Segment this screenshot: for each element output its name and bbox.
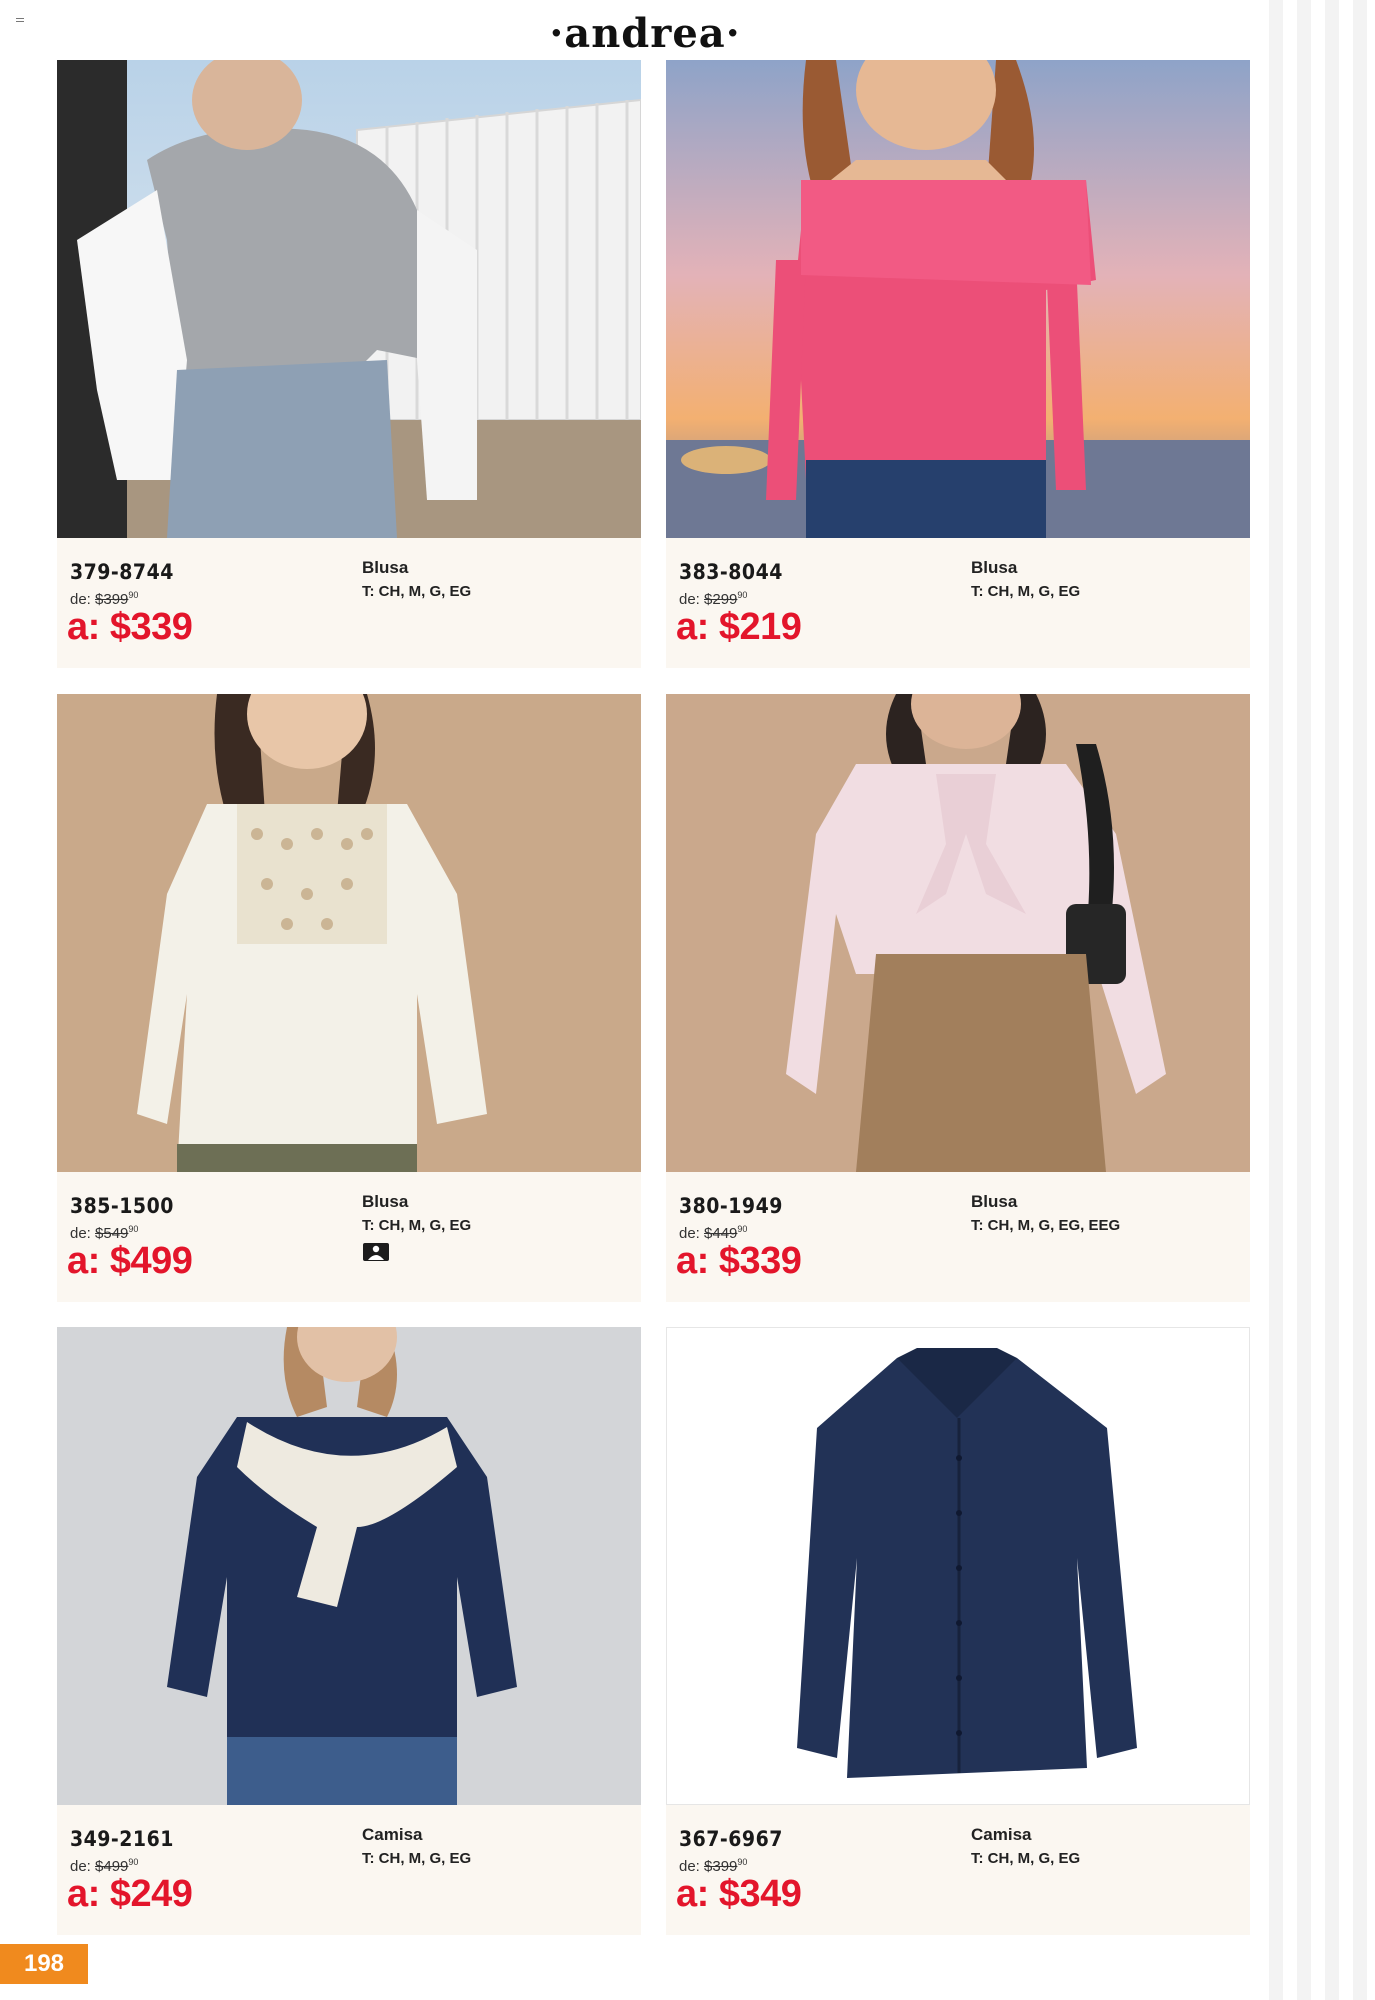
- product-sku: 383-8044: [679, 560, 783, 584]
- product-card[interactable]: 367-6967 de: $39990 a: $349 Camisa T: CH…: [666, 1327, 1250, 1937]
- white-embroidered-blouse-image: [57, 694, 641, 1172]
- sale-price: a: $249: [67, 1873, 193, 1915]
- product-card[interactable]: 383-8044 de: $29990 a: $219 Blusa T: CH,…: [666, 60, 1250, 670]
- product-info: 385-1500 de: $54990 a: $499 Blusa T: CH,…: [57, 1172, 641, 1302]
- product-info: 367-6967 de: $39990 a: $349 Camisa T: CH…: [666, 1805, 1250, 1935]
- product-sku: 367-6967: [679, 1827, 783, 1851]
- original-price-cents: 90: [128, 590, 139, 600]
- product-type: Blusa: [971, 558, 1018, 577]
- product-info: 379-8744 de: $39990 a: $339 Blusa T: CH,…: [57, 538, 641, 668]
- original-price-cents: 90: [128, 1857, 139, 1867]
- sale-price: a: $219: [676, 606, 802, 648]
- gray-sweater-blouse-image: [57, 60, 641, 538]
- product-sku: 379-8744: [70, 560, 174, 584]
- product-type: Camisa: [362, 1825, 423, 1844]
- product-sku: 349-2161: [70, 1827, 174, 1851]
- product-photo[interactable]: [666, 694, 1250, 1172]
- sale-price: a: $349: [676, 1873, 802, 1915]
- product-card[interactable]: 379-8744 de: $39990 a: $339 Blusa T: CH,…: [57, 60, 641, 670]
- product-photo[interactable]: [57, 60, 641, 538]
- sale-price: a: $499: [67, 1240, 193, 1282]
- product-sizes: T: CH, M, G, EG: [362, 583, 472, 600]
- sale-price: a: $339: [67, 606, 193, 648]
- pink-off-shoulder-blouse-image: [666, 60, 1250, 538]
- original-price-cents: 90: [128, 1224, 139, 1234]
- original-price-cents: 90: [737, 1224, 748, 1234]
- product-photo[interactable]: [666, 60, 1250, 538]
- product-info: 380-1949 de: $44990 a: $339 Blusa T: CH,…: [666, 1172, 1250, 1302]
- product-type: Blusa: [362, 558, 409, 577]
- product-info: 383-8044 de: $29990 a: $219 Blusa T: CH,…: [666, 538, 1250, 668]
- product-photo[interactable]: [57, 694, 641, 1172]
- product-photo[interactable]: [57, 1327, 641, 1805]
- plus-size-icon: [363, 1243, 389, 1261]
- product-sizes: T: CH, M, G, EG: [362, 1217, 472, 1234]
- product-sizes: T: CH, M, G, EG, EEG: [971, 1217, 1121, 1234]
- product-sku: 380-1949: [679, 1194, 783, 1218]
- product-type: Camisa: [971, 1825, 1032, 1844]
- product-card[interactable]: 380-1949 de: $44990 a: $339 Blusa T: CH,…: [666, 694, 1250, 1304]
- navy-shirt-with-sweater-image: [57, 1327, 641, 1805]
- product-photo[interactable]: [666, 1327, 1250, 1805]
- product-info: 349-2161 de: $49990 a: $249 Camisa T: CH…: [57, 1805, 641, 1935]
- background-stripes: [1255, 0, 1375, 2000]
- sale-price: a: $339: [676, 1240, 802, 1282]
- product-type: Blusa: [362, 1192, 409, 1211]
- product-sku: 385-1500: [70, 1194, 174, 1218]
- page-number: 198: [0, 1944, 88, 1984]
- product-card[interactable]: 385-1500 de: $54990 a: $499 Blusa T: CH,…: [57, 694, 641, 1304]
- product-sizes: T: CH, M, G, EG: [362, 1850, 472, 1867]
- pink-bow-blouse-image: [666, 694, 1250, 1172]
- product-type: Blusa: [971, 1192, 1018, 1211]
- brand-logo: ·andrea·: [549, 10, 741, 57]
- product-sizes: T: CH, M, G, EG: [971, 1850, 1081, 1867]
- navy-button-shirt-image: [667, 1328, 1249, 1804]
- product-sizes: T: CH, M, G, EG: [971, 583, 1081, 600]
- product-card[interactable]: 349-2161 de: $49990 a: $249 Camisa T: CH…: [57, 1327, 641, 1937]
- original-price-cents: 90: [737, 590, 748, 600]
- original-price-cents: 90: [737, 1857, 748, 1867]
